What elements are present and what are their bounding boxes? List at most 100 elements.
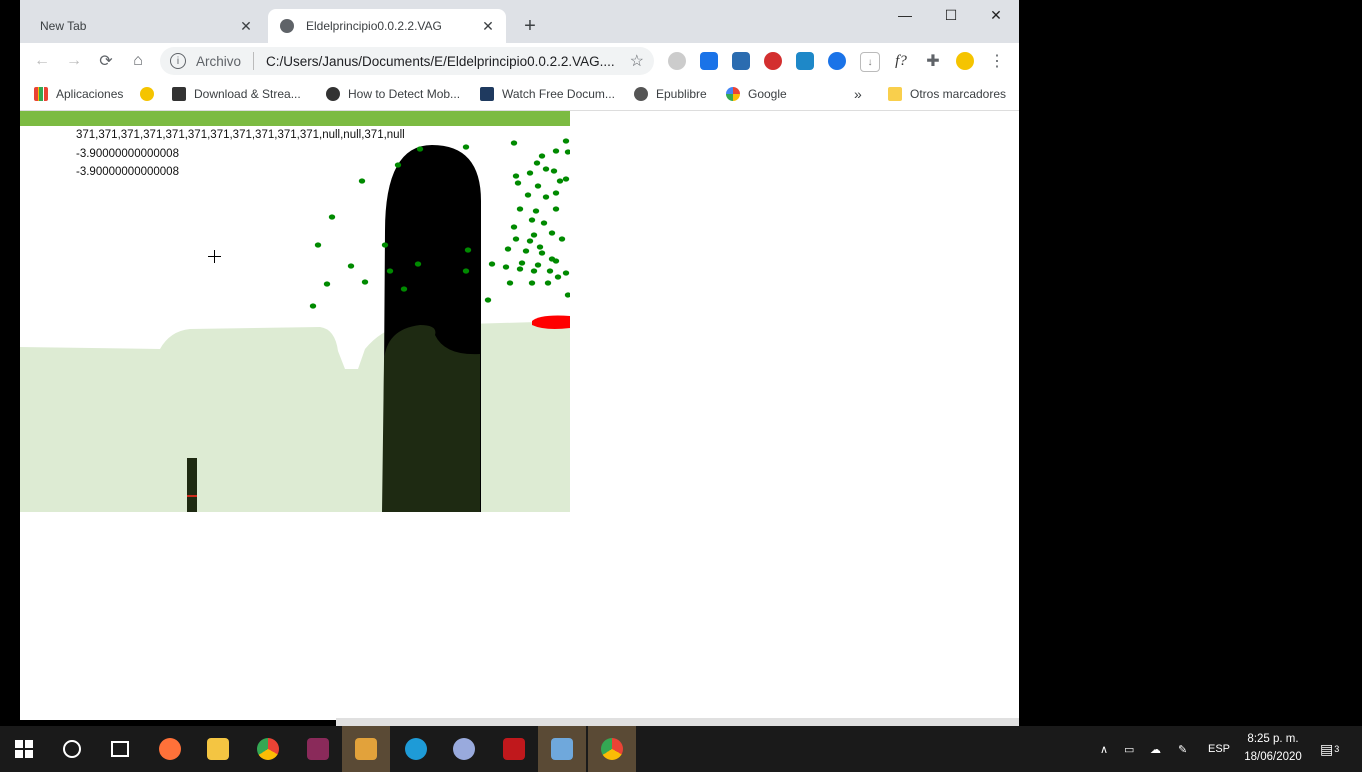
smiley-icon bbox=[140, 87, 154, 101]
leaf bbox=[347, 263, 355, 269]
chrome-button[interactable] bbox=[244, 726, 292, 772]
home-button[interactable]: ⌂ bbox=[126, 49, 150, 73]
bookmark-aplicaciones[interactable]: Aplicaciones bbox=[34, 85, 123, 103]
chrome-profile-icon bbox=[601, 738, 623, 760]
maximize-button[interactable]: ☐ bbox=[928, 0, 974, 30]
leaf bbox=[542, 194, 550, 200]
leaf bbox=[554, 274, 562, 280]
leaf bbox=[536, 244, 544, 250]
onedrive-icon[interactable]: ☁ bbox=[1150, 726, 1161, 772]
leaf bbox=[484, 297, 492, 303]
url-text[interactable]: C:/Users/Janus/Documents/E/Eldelprincipi… bbox=[266, 54, 630, 69]
leaf bbox=[562, 138, 570, 144]
leaf bbox=[540, 220, 548, 226]
app-button[interactable] bbox=[538, 726, 586, 772]
leaf bbox=[533, 160, 541, 166]
extension-blue-icon[interactable] bbox=[732, 52, 750, 70]
close-icon[interactable]: ✕ bbox=[238, 18, 254, 34]
museum-icon bbox=[172, 87, 186, 101]
close-icon[interactable]: ✕ bbox=[480, 18, 496, 34]
close-window-button[interactable]: ✕ bbox=[973, 0, 1019, 30]
minimize-button[interactable]: — bbox=[882, 0, 928, 30]
leaf bbox=[530, 232, 538, 238]
leaf bbox=[512, 236, 520, 242]
tab-new-tab[interactable]: New Tab ✕ bbox=[28, 9, 264, 43]
download-icon[interactable]: ↓ bbox=[860, 52, 880, 72]
extension-chat-icon[interactable] bbox=[828, 52, 846, 70]
flash-button[interactable] bbox=[490, 726, 538, 772]
tab-title: Eldelprincipio0.0.2.2.VAG bbox=[306, 19, 442, 33]
leaf bbox=[528, 217, 536, 223]
extension-gray-icon[interactable] bbox=[668, 52, 686, 70]
google-icon bbox=[726, 87, 740, 101]
clock[interactable]: 8:25 p. m. 18/06/2020 bbox=[1236, 730, 1310, 766]
bookmark-smiley[interactable] bbox=[140, 85, 162, 103]
reload-button[interactable]: ⟳ bbox=[94, 49, 118, 73]
leaf bbox=[502, 264, 510, 270]
firefox-button[interactable] bbox=[146, 726, 194, 772]
language-indicator[interactable]: ESP bbox=[1208, 726, 1230, 772]
security-label: Archivo bbox=[196, 53, 242, 69]
bookmark-epublibre[interactable]: Epublibre bbox=[634, 85, 707, 103]
leaf bbox=[323, 281, 331, 287]
tray-up-arrow[interactable]: ∧ bbox=[1100, 726, 1108, 772]
leaf bbox=[414, 261, 422, 267]
leaf bbox=[526, 238, 534, 244]
leaf bbox=[516, 266, 524, 272]
new-tab-button[interactable]: + bbox=[518, 14, 542, 38]
pen-icon[interactable]: ✎ bbox=[1178, 726, 1187, 772]
leaf bbox=[464, 247, 472, 253]
info-icon[interactable]: i bbox=[170, 53, 186, 69]
bookmark-google[interactable]: Google bbox=[726, 85, 787, 103]
toolbar: ← → ⟳ ⌂ i Archivo C:/Users/Janus/Documen… bbox=[20, 43, 1019, 79]
winamp-button[interactable] bbox=[342, 726, 390, 772]
task-view-icon bbox=[111, 741, 129, 757]
other-bookmarks[interactable]: Otros marcadores bbox=[888, 85, 1006, 103]
leaf bbox=[516, 206, 524, 212]
leaf bbox=[534, 262, 542, 268]
bookmark-download-stream[interactable]: Download & Strea... bbox=[172, 85, 301, 103]
red-blob bbox=[532, 315, 570, 329]
file-explorer-button[interactable] bbox=[194, 726, 242, 772]
bookmark-star-icon[interactable]: ☆ bbox=[630, 51, 644, 71]
leaf bbox=[518, 260, 526, 266]
edge-button[interactable] bbox=[392, 726, 440, 772]
bookmarks-overflow-button[interactable]: » bbox=[854, 85, 862, 103]
tab-active[interactable]: Eldelprincipio0.0.2.2.VAG ✕ bbox=[268, 9, 506, 43]
debug-line-2: -3.90000000000008 bbox=[76, 148, 179, 160]
video-editor-button[interactable] bbox=[294, 726, 342, 772]
game-canvas[interactable]: 371,371,371,371,371,371,371,371,371,371,… bbox=[20, 111, 570, 512]
leaf bbox=[550, 168, 558, 174]
apps-grid-icon bbox=[34, 87, 48, 101]
folder-icon bbox=[888, 87, 902, 101]
forward-button[interactable]: → bbox=[62, 49, 86, 73]
cortana-button[interactable] bbox=[48, 726, 96, 772]
extension-mic-icon[interactable] bbox=[764, 52, 782, 70]
leaf bbox=[522, 248, 530, 254]
back-button[interactable]: ← bbox=[30, 49, 54, 73]
leaf bbox=[462, 144, 470, 150]
network-icon[interactable]: ▭ bbox=[1124, 726, 1134, 772]
paint-button[interactable] bbox=[440, 726, 488, 772]
puzzle-extensions-icon[interactable]: ✚ bbox=[924, 52, 942, 70]
leaf bbox=[564, 292, 570, 298]
chrome-profile-button[interactable] bbox=[588, 726, 636, 772]
leaf bbox=[530, 268, 538, 274]
task-view-button[interactable] bbox=[96, 726, 144, 772]
start-button[interactable] bbox=[0, 726, 48, 772]
leaf bbox=[542, 166, 550, 172]
address-bar[interactable]: i Archivo C:/Users/Janus/Documents/E/Eld… bbox=[160, 47, 654, 75]
menu-kebab-icon[interactable]: ⋮ bbox=[988, 52, 1006, 70]
bookmark-watch-docum[interactable]: Watch Free Docum... bbox=[480, 85, 615, 103]
notification-center-button[interactable]: ▤ 3 bbox=[1320, 726, 1339, 772]
profile-avatar[interactable] bbox=[956, 52, 974, 70]
bookmark-detect-mob[interactable]: How to Detect Mob... bbox=[326, 85, 460, 103]
extension-bookmark-icon[interactable] bbox=[700, 52, 718, 70]
video-editor-icon bbox=[307, 738, 329, 760]
leaf bbox=[328, 214, 336, 220]
formula-extension-icon[interactable]: f? bbox=[892, 52, 910, 70]
leaf bbox=[558, 236, 566, 242]
extension-s-icon[interactable] bbox=[796, 52, 814, 70]
leaf bbox=[562, 176, 570, 182]
file-explorer-icon bbox=[207, 738, 229, 760]
